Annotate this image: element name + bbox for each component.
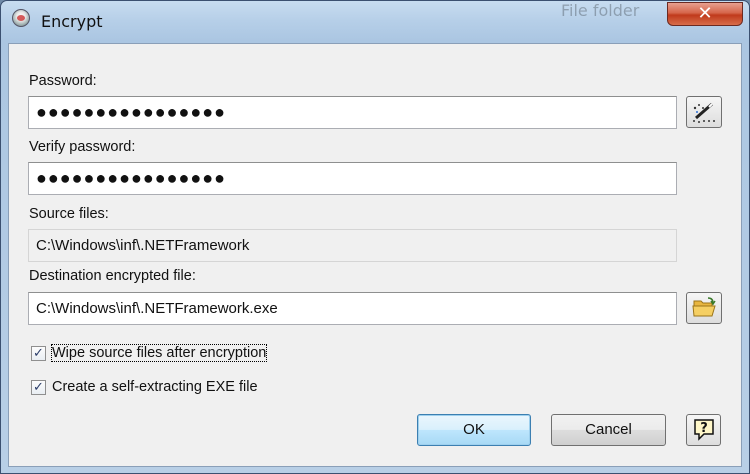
svg-text:?: ? bbox=[700, 421, 708, 436]
close-button[interactable]: ✕ bbox=[667, 2, 743, 26]
help-icon: ? bbox=[694, 419, 714, 441]
create-sfx-label[interactable]: Create a self-extracting EXE file bbox=[52, 379, 258, 395]
encrypt-dialog: File folder Encrypt ✕ Password: ●●●●●●●●… bbox=[0, 0, 750, 474]
source-files-label: Source files: bbox=[29, 206, 109, 222]
wipe-source-label[interactable]: Wipe source files after encryption bbox=[50, 344, 268, 362]
wipe-source-checkbox[interactable]: ✓ bbox=[31, 346, 46, 361]
browse-button[interactable] bbox=[686, 292, 722, 324]
password-label: Password: bbox=[29, 73, 97, 89]
window-title: Encrypt bbox=[41, 12, 103, 31]
password-input[interactable]: ●●●●●●●●●●●●●●●● bbox=[28, 96, 677, 129]
verify-password-input[interactable]: ●●●●●●●●●●●●●●●● bbox=[28, 162, 677, 195]
folder-open-icon bbox=[692, 297, 716, 317]
title-bar[interactable]: File folder Encrypt ✕ bbox=[1, 1, 749, 43]
background-ghost-text: File folder bbox=[561, 1, 640, 20]
help-button[interactable]: ? bbox=[686, 414, 721, 446]
verify-password-label: Verify password: bbox=[29, 139, 136, 155]
app-icon bbox=[12, 9, 30, 27]
destination-input[interactable]: C:\Windows\inf\.NETFramework.exe bbox=[28, 292, 677, 325]
cancel-button[interactable]: Cancel bbox=[551, 414, 666, 446]
destination-label: Destination encrypted file: bbox=[29, 268, 196, 284]
dialog-body: Password: ●●●●●●●●●●●●●●●● Verify passwo… bbox=[8, 43, 742, 467]
ok-button[interactable]: OK bbox=[417, 414, 531, 446]
generate-password-button[interactable] bbox=[686, 96, 722, 128]
wand-icon bbox=[693, 102, 715, 123]
source-files-field: C:\Windows\inf\.NETFramework bbox=[28, 229, 677, 262]
create-sfx-checkbox[interactable]: ✓ bbox=[31, 380, 46, 395]
